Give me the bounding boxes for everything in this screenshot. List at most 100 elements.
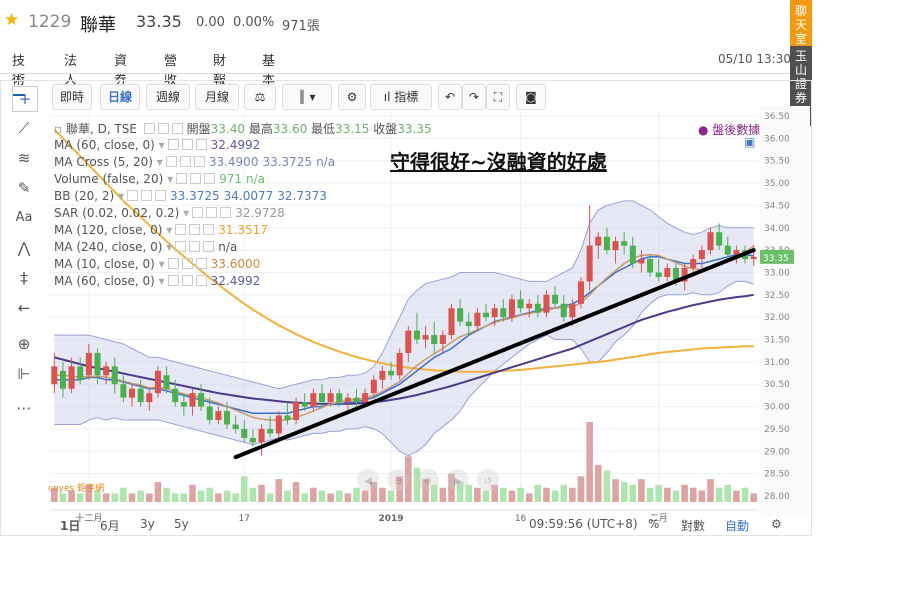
indicator-eye-icon[interactable] xyxy=(167,258,179,269)
candle-body xyxy=(310,393,317,407)
y-tick-label: 32.00 xyxy=(764,313,790,323)
chevron-down-icon[interactable]: ▾ xyxy=(162,223,172,237)
indicator-row[interactable]: Volume (false, 20) ▾ 971 n/a xyxy=(54,172,265,186)
indicator-row[interactable]: MA (60, close, 0) ▾ 32.4992 xyxy=(54,138,260,152)
indicator-value: 33.6000 xyxy=(210,257,261,271)
candle-body xyxy=(154,370,161,394)
indicator-eye-icon[interactable] xyxy=(167,275,179,286)
candle-body xyxy=(552,294,559,304)
indicator-settings-icon[interactable] xyxy=(181,258,193,269)
chat-room-button[interactable]: 聊天室 xyxy=(790,0,812,46)
indicator-settings-icon[interactable] xyxy=(189,224,201,235)
chevron-down-icon[interactable]: ▾ xyxy=(155,274,165,288)
volume-bar xyxy=(180,493,188,502)
indicator-close-icon[interactable] xyxy=(195,275,207,286)
chart-settings-icon[interactable]: ⚙ xyxy=(771,517,782,531)
candle-body xyxy=(241,428,248,438)
candle-body xyxy=(560,303,567,318)
indicator-row[interactable]: BB (20, 2) ▾ 33.3725 34.0077 32.7373 xyxy=(54,189,327,203)
candle-body xyxy=(215,411,222,420)
candle-body xyxy=(206,406,213,420)
favorite-star-icon[interactable]: ★ xyxy=(4,10,19,30)
indicator-eye-icon[interactable] xyxy=(192,207,204,218)
range-1d[interactable]: 1日 xyxy=(60,517,80,534)
indicator-row[interactable]: SAR (0.02, 0.02, 0.2) ▾ 32.9728 xyxy=(54,206,285,220)
volume-bar xyxy=(689,487,697,502)
volume-bar xyxy=(335,490,343,502)
indicator-close-icon[interactable] xyxy=(195,258,207,269)
last-price-tag-label: 33.35 xyxy=(763,254,789,264)
candle-body xyxy=(68,366,75,389)
legend-low-value: 33.15 xyxy=(335,122,370,136)
candle-body xyxy=(189,393,196,407)
scroll-control-icon: ↺ xyxy=(484,476,492,487)
indicator-eye-icon[interactable] xyxy=(176,173,188,184)
candle-body xyxy=(621,241,628,246)
range-3y[interactable]: 3y xyxy=(140,517,155,531)
indicator-value: 33.4900 xyxy=(208,155,259,169)
range-5y[interactable]: 5y xyxy=(174,517,189,531)
volume-bar xyxy=(534,484,542,502)
indicator-close-icon[interactable] xyxy=(204,173,216,184)
indicator-settings-icon[interactable] xyxy=(190,173,202,184)
collapse-legend-icon[interactable]: ▣ xyxy=(744,135,755,149)
candle-body xyxy=(638,259,645,264)
range-6m[interactable]: 6月 xyxy=(100,517,120,534)
chevron-down-icon[interactable]: ▾ xyxy=(162,240,172,254)
chevron-down-icon[interactable]: ▾ xyxy=(179,206,189,220)
indicator-settings-icon[interactable] xyxy=(179,156,191,167)
auto-scale-toggle[interactable]: 自動 xyxy=(725,517,749,534)
legend-eye-icon[interactable] xyxy=(143,123,155,134)
indicator-eye-icon[interactable] xyxy=(165,156,177,167)
indicator-close-icon[interactable] xyxy=(195,139,207,150)
chevron-down-icon[interactable]: ▾ xyxy=(153,155,163,169)
indicator-row[interactable]: MA Cross (5, 20) ▾ 33.4900 33.3725 n/a xyxy=(54,155,335,169)
indicator-eye-icon[interactable] xyxy=(175,224,187,235)
x-tick-label: 17 xyxy=(239,514,250,524)
indicator-settings-icon[interactable] xyxy=(141,190,153,201)
candle-body xyxy=(353,397,360,403)
price-change-pct: 0.00% xyxy=(233,15,275,30)
scroll-control-icon: ◀ xyxy=(364,476,372,487)
indicator-settings-icon[interactable] xyxy=(206,207,218,218)
chevron-down-icon[interactable]: ▾ xyxy=(163,172,173,186)
indicator-close-icon[interactable] xyxy=(155,190,167,201)
indicator-settings-icon[interactable] xyxy=(181,275,193,286)
chevron-down-icon[interactable]: ▾ xyxy=(155,257,165,271)
indicator-close-icon[interactable] xyxy=(193,156,205,167)
candle-body xyxy=(267,428,274,434)
indicator-close-icon[interactable] xyxy=(203,241,215,252)
candle-body xyxy=(396,352,403,376)
indicator-row[interactable]: MA (10, close, 0) ▾ 33.6000 xyxy=(54,257,260,271)
chevron-down-icon[interactable]: ▾ xyxy=(155,138,165,152)
volume-bar xyxy=(603,470,611,502)
indicator-settings-icon[interactable] xyxy=(181,139,193,150)
chevron-down-icon[interactable]: ▾ xyxy=(114,189,124,203)
volume-bar xyxy=(102,493,110,502)
legend-settings-icon[interactable] xyxy=(157,123,169,134)
indicator-eye-icon[interactable] xyxy=(127,190,139,201)
indicator-row[interactable]: MA (60, close, 0) ▾ 32.4992 xyxy=(54,274,260,288)
percent-toggle[interactable]: % xyxy=(648,517,659,531)
annotation-text: 守得很好~沒融資的好處 xyxy=(390,150,607,174)
y-tick-label: 28.50 xyxy=(764,470,790,480)
candle-body xyxy=(198,393,205,407)
stock-price: 33.35 xyxy=(136,12,182,31)
candle-body xyxy=(137,388,144,403)
y-tick-label: 30.00 xyxy=(764,403,790,413)
volume-bar xyxy=(318,490,326,502)
indicator-settings-icon[interactable] xyxy=(189,241,201,252)
indicator-row[interactable]: MA (120, close, 0) ▾ 31.3517 xyxy=(54,223,268,237)
log-toggle[interactable]: 對數 xyxy=(681,517,705,534)
volume-bar xyxy=(111,493,119,502)
legend-close-icon[interactable] xyxy=(171,123,183,134)
indicator-close-icon[interactable] xyxy=(220,207,232,218)
candle-body xyxy=(59,370,66,389)
candle-body xyxy=(526,303,533,309)
indicator-eye-icon[interactable] xyxy=(175,241,187,252)
indicator-close-icon[interactable] xyxy=(203,224,215,235)
volume-bar xyxy=(379,487,386,502)
indicator-eye-icon[interactable] xyxy=(167,139,179,150)
indicator-row[interactable]: MA (240, close, 0) ▾ n/a xyxy=(54,240,237,254)
candle-body xyxy=(603,236,610,251)
